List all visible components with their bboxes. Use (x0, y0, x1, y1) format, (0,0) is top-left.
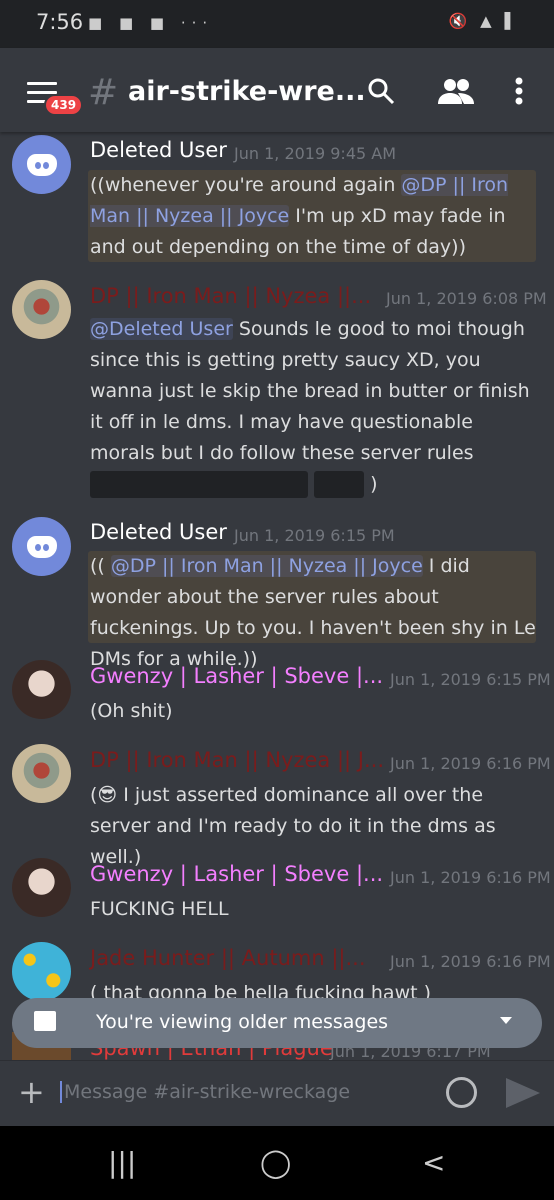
text: I just asserted dominance all over the s… (90, 784, 496, 868)
search-icon[interactable] (366, 76, 396, 106)
message-body: (😎 I just asserted dominance all over th… (90, 780, 536, 873)
notification-icons: ■ ■ ■ ··· (88, 14, 214, 32)
send-icon[interactable] (506, 1078, 540, 1108)
text: ((whenever you're around again (90, 174, 402, 196)
android-nav-bar: ||| ◯ < (0, 1126, 554, 1200)
author-name[interactable]: Jade Hunter || Autumn ||... (90, 946, 366, 970)
channel-title[interactable]: air-strike-wre... (128, 76, 366, 107)
channel-header: 439 # air-strike-wre... (0, 48, 554, 132)
unread-badge: 439 (44, 94, 84, 116)
avatar[interactable] (12, 858, 71, 917)
timestamp: Jun 1, 2019 6:15 PM (390, 670, 551, 689)
message-body: @Deleted User Sounds le good to moi thou… (90, 314, 536, 500)
author-name[interactable]: Gwenzy | Lasher | Sbeve |... (90, 664, 383, 688)
more-options-icon[interactable] (514, 76, 524, 106)
avatar[interactable] (12, 660, 71, 719)
timestamp: Jun 1, 2019 6:16 PM (390, 952, 551, 971)
text: (( (90, 555, 111, 577)
avatar[interactable] (12, 135, 71, 194)
author-name[interactable]: Gwenzy | Lasher | Sbeve |... (90, 862, 383, 886)
author-name[interactable]: DP || Iron Man || Nyzea ||... (90, 284, 371, 308)
older-messages-banner[interactable]: You're viewing older messages (12, 998, 542, 1048)
avatar[interactable] (12, 517, 71, 576)
system-icons: 🔇 ▲ ▌ (448, 12, 520, 30)
back-button[interactable]: < (422, 1146, 445, 1179)
mention[interactable]: @DP || Iron Man || Nyzea || Joyce (110, 555, 423, 577)
composer: + Message #air-strike-wreckage (0, 1060, 554, 1126)
clock: 7:56 (36, 10, 84, 34)
timestamp: Jun 1, 2019 6:16 PM (390, 868, 551, 887)
spoiler[interactable] (314, 471, 365, 498)
mention[interactable]: @Deleted User (90, 318, 233, 340)
chevron-down-icon[interactable] (500, 1017, 512, 1024)
message-body: ((whenever you're around again @DP || Ir… (90, 170, 536, 263)
sunglasses-emoji: 😎 (97, 784, 118, 806)
spoiler[interactable] (90, 471, 308, 498)
recents-button[interactable]: ||| (108, 1146, 136, 1179)
avatar[interactable] (12, 942, 71, 1001)
timestamp: Jun 1, 2019 9:45 AM (234, 144, 397, 163)
author-name[interactable]: Deleted User (90, 520, 227, 544)
timestamp: Jun 1, 2019 6:15 PM (234, 526, 395, 545)
author-name[interactable]: DP || Iron Man || Nyzea || J... (90, 748, 384, 772)
timestamp: Jun 1, 2019 6:16 PM (390, 754, 551, 773)
message-body: (( @DP || Iron Man || Nyzea || Joyce I d… (90, 551, 536, 675)
chat-icon (34, 1011, 56, 1031)
message-list[interactable]: Deleted User Jun 1, 2019 9:45 AM ((whene… (0, 132, 554, 1060)
message-body: FUCKING HELL (90, 898, 229, 920)
home-button[interactable]: ◯ (260, 1146, 291, 1179)
author-name[interactable]: Deleted User (90, 138, 227, 162)
avatar[interactable] (12, 280, 71, 339)
members-icon[interactable] (438, 76, 474, 106)
status-bar: 7:56 ■ ■ ■ ··· 🔇 ▲ ▌ (0, 0, 554, 48)
timestamp: Jun 1, 2019 6:08 PM (386, 289, 547, 308)
avatar[interactable] (12, 744, 71, 803)
banner-text: You're viewing older messages (96, 1011, 389, 1033)
text: ) (370, 473, 378, 495)
message-input[interactable]: Message #air-strike-wreckage (60, 1081, 350, 1103)
message-body: (Oh shit) (90, 700, 173, 722)
channel-hash-icon: # (88, 72, 119, 113)
plus-icon[interactable]: + (18, 1073, 45, 1111)
emoji-icon[interactable] (446, 1077, 477, 1108)
